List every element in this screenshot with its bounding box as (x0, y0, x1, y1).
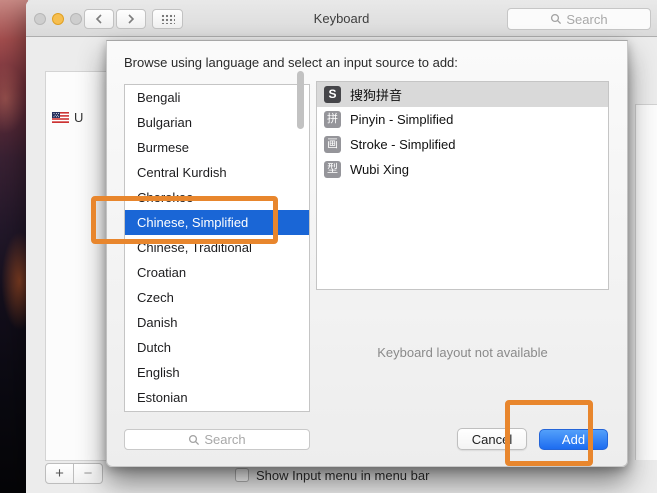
input-source-list: S 搜狗拼音 拼 Pinyin - Simplified 画 Stroke - … (316, 81, 609, 290)
language-list-item[interactable]: Bulgarian (125, 110, 309, 135)
cancel-button[interactable]: Cancel (457, 428, 527, 450)
search-icon (550, 13, 562, 25)
language-label: English (137, 365, 180, 380)
language-list-item[interactable]: Central Kurdish (125, 160, 309, 185)
desktop-wallpaper (0, 0, 28, 493)
language-list-item[interactable]: Croatian (125, 260, 309, 285)
add-input-source-sheet: Browse using language and select an inpu… (106, 40, 628, 467)
input-source-row-label: U (74, 110, 83, 125)
language-label: Central Kurdish (137, 165, 227, 180)
language-list-item[interactable]: Chinese, Traditional (125, 235, 309, 260)
show-input-menu-label: Show Input menu in menu bar (256, 468, 429, 483)
language-list-item[interactable]: Bengali (125, 85, 309, 110)
language-label: Chinese, Simplified (137, 215, 248, 230)
language-label: Czech (137, 290, 174, 305)
input-source-item[interactable]: 画 Stroke - Simplified (317, 132, 608, 157)
add-input-source-button[interactable]: + (45, 463, 74, 484)
input-source-item[interactable]: S 搜狗拼音 (317, 82, 608, 107)
show-input-menu-checkbox[interactable] (235, 468, 249, 482)
dialog-search-input[interactable]: Search (124, 429, 310, 450)
input-method-icon: 画 (324, 136, 341, 153)
input-sources-list-background: U (45, 71, 107, 461)
language-list-item[interactable]: Chinese, Simplified (125, 210, 309, 235)
language-list-item[interactable]: Dutch (125, 335, 309, 360)
language-label: Burmese (137, 140, 189, 155)
language-list-item[interactable]: Burmese (125, 135, 309, 160)
input-source-label: Wubi Xing (350, 162, 409, 177)
toolbar-search-placeholder: Search (566, 12, 607, 27)
input-source-label: 搜狗拼音 (350, 85, 402, 104)
input-source-row-us[interactable]: U (52, 110, 83, 125)
input-source-label: Stroke - Simplified (350, 137, 455, 152)
language-list-item[interactable]: Czech (125, 285, 309, 310)
language-label: Bengali (137, 90, 180, 105)
language-label: Bulgarian (137, 115, 192, 130)
language-list-item[interactable]: English (125, 360, 309, 385)
language-label: Cherokee (137, 190, 193, 205)
us-flag-icon (52, 112, 69, 123)
language-list-scrollbar[interactable] (297, 71, 304, 129)
input-method-icon: 型 (324, 161, 341, 178)
input-source-item[interactable]: 型 Wubi Xing (317, 157, 608, 182)
language-label: Danish (137, 315, 177, 330)
input-source-label: Pinyin - Simplified (350, 112, 453, 127)
dialog-search-placeholder: Search (204, 432, 245, 447)
preview-pane-background (635, 104, 657, 460)
language-label: Estonian (137, 390, 188, 405)
add-remove-control: + − (45, 463, 103, 484)
language-label: Croatian (137, 265, 186, 280)
language-list-item[interactable]: Danish (125, 310, 309, 335)
title-bar: Keyboard Search (26, 0, 657, 37)
toolbar-search-input[interactable]: Search (507, 8, 651, 30)
system-preferences-window: Keyboard Search (26, 0, 657, 493)
add-button[interactable]: Add (539, 429, 608, 450)
input-method-icon: 拼 (324, 111, 341, 128)
language-list-item[interactable]: Estonian (125, 385, 309, 410)
input-method-icon: S (324, 86, 341, 103)
screen: Keyboard Search (0, 0, 657, 493)
search-icon (188, 434, 200, 446)
remove-input-source-button[interactable]: − (74, 463, 103, 484)
language-label: Chinese, Traditional (137, 240, 252, 255)
input-source-item[interactable]: 拼 Pinyin - Simplified (317, 107, 608, 132)
language-list: Bengali Bulgarian Burmese Central Kurdis… (124, 84, 310, 412)
keyboard-layout-status: Keyboard layout not available (316, 345, 609, 360)
language-list-item[interactable]: Cherokee (125, 185, 309, 210)
language-label: Dutch (137, 340, 171, 355)
sheet-prompt: Browse using language and select an inpu… (124, 55, 458, 70)
